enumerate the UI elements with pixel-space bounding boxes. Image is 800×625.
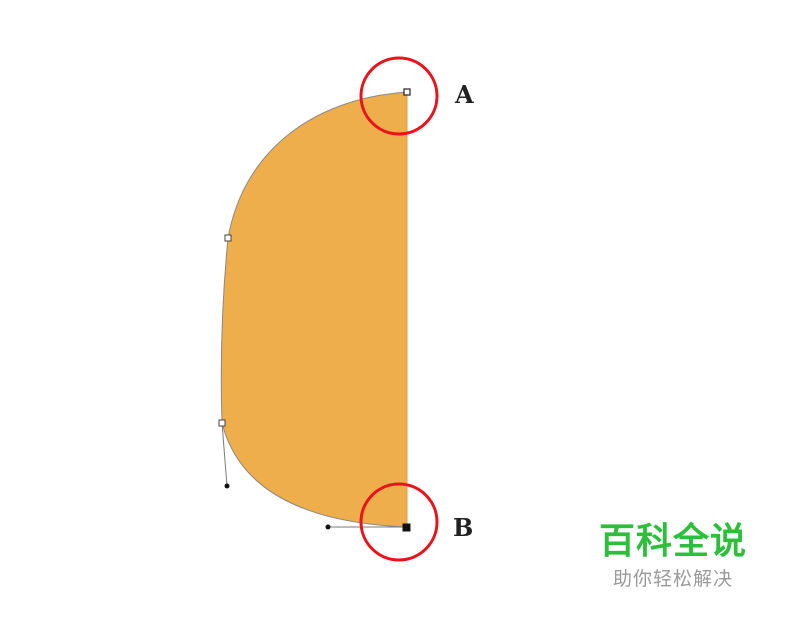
orange-half-shape[interactable] [220, 91, 408, 528]
watermark-title: 百科全说 [598, 521, 747, 562]
watermark-subtitle: 助你轻松解决 [612, 568, 733, 590]
anchor-point-lower-left[interactable] [218, 419, 226, 427]
anchor-point-upper-left[interactable] [224, 234, 232, 242]
watermark: 百科全说 助你轻松解决 [588, 520, 758, 592]
handle-dot-lower-left[interactable] [224, 483, 230, 489]
anchor-point-b[interactable] [402, 523, 411, 532]
anchor-point-a[interactable] [403, 88, 411, 96]
handle-dot-bottom[interactable] [325, 524, 331, 530]
label-a: A [454, 80, 474, 109]
label-b: B [453, 513, 473, 542]
